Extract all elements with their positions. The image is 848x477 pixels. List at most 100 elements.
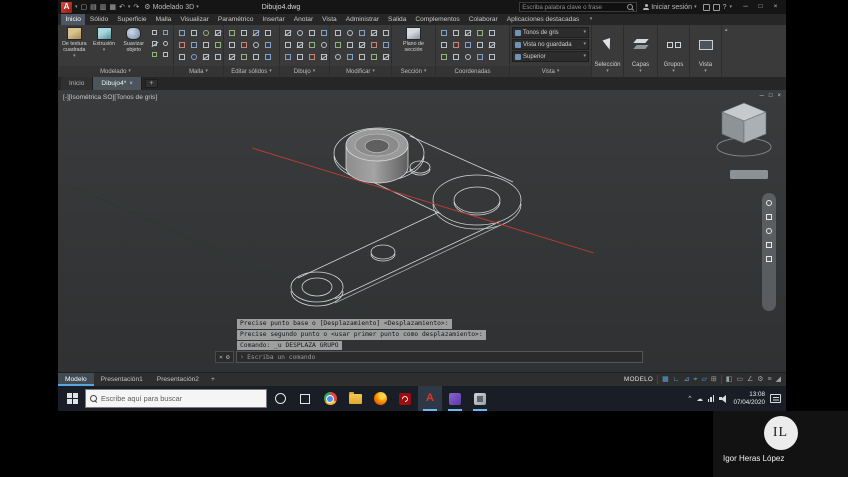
move-tool-icon[interactable] bbox=[332, 27, 344, 39]
infocenter-search-input[interactable] bbox=[522, 4, 625, 11]
ribbon-tab-complementos[interactable]: Complementos bbox=[411, 14, 464, 25]
ucs-tool-icon[interactable] bbox=[450, 39, 462, 51]
ribbon-tab-visualizar[interactable]: Visualizar bbox=[176, 14, 213, 25]
viewcube[interactable] bbox=[717, 103, 771, 179]
tray-chevron-icon[interactable]: ^ bbox=[688, 395, 691, 402]
drawing-close-icon[interactable]: × bbox=[777, 93, 781, 99]
panel-grupos[interactable]: Grupos ▾ bbox=[658, 25, 690, 77]
ribbon-tab-parametrico[interactable]: Paramétrico bbox=[213, 14, 258, 25]
ucs-tool-icon[interactable] bbox=[474, 39, 486, 51]
tool-icon[interactable] bbox=[368, 51, 380, 63]
app-store-icon[interactable] bbox=[703, 4, 710, 11]
panel-label-coordenadas[interactable]: Coordenadas bbox=[436, 66, 509, 77]
panel-label-dibujo[interactable]: Dibujo▾ bbox=[280, 66, 329, 77]
tool-icon[interactable] bbox=[262, 51, 274, 63]
tool-icon[interactable] bbox=[188, 27, 200, 39]
purple-app-taskbar-button[interactable] bbox=[443, 386, 467, 411]
tool-icon[interactable] bbox=[238, 51, 250, 63]
snap-icon[interactable]: ⊞ bbox=[711, 376, 717, 383]
ucs-tool-icon[interactable] bbox=[438, 27, 450, 39]
start-button[interactable] bbox=[60, 386, 84, 411]
search-icon[interactable] bbox=[627, 4, 634, 11]
action-center-icon[interactable] bbox=[770, 394, 781, 403]
tool-icon[interactable] bbox=[176, 39, 188, 51]
autocad-logo-icon[interactable]: A bbox=[61, 2, 72, 13]
restore-button[interactable]: □ bbox=[753, 0, 768, 14]
ribbon-tab-vista[interactable]: Vista bbox=[318, 14, 342, 25]
task-view-button[interactable] bbox=[293, 386, 317, 411]
firefox-taskbar-button[interactable] bbox=[368, 386, 392, 411]
panel-label-modificar[interactable]: Modificar▾ bbox=[330, 66, 391, 77]
rotate-tool-icon[interactable] bbox=[344, 27, 356, 39]
tool-icon[interactable] bbox=[262, 27, 274, 39]
pan-icon[interactable] bbox=[766, 214, 772, 220]
gray-app-taskbar-button[interactable] bbox=[468, 386, 492, 411]
tool-de-textura-cuadrada[interactable]: De textura cuadrada ▾ bbox=[60, 27, 89, 59]
tool-icon[interactable] bbox=[238, 27, 250, 39]
onedrive-cloud-icon[interactable]: ☁ bbox=[696, 395, 703, 403]
tool-icon[interactable] bbox=[262, 39, 274, 51]
steering-wheel-icon[interactable] bbox=[766, 200, 772, 206]
help-icon[interactable]: ? bbox=[723, 4, 727, 11]
view-select[interactable]: Vista no guardada ▾ bbox=[512, 39, 589, 50]
tool-icon[interactable] bbox=[344, 51, 356, 63]
ribbon-tab-anotar[interactable]: Anotar bbox=[289, 14, 317, 25]
ribbon-tab-inicio[interactable]: Inicio bbox=[61, 14, 85, 25]
app-menu-caret-icon[interactable]: ▾ bbox=[75, 5, 78, 10]
ortho-icon[interactable]: ∟ bbox=[673, 376, 680, 383]
undo-icon[interactable]: ↶ bbox=[119, 4, 125, 11]
zoom-icon[interactable] bbox=[766, 228, 772, 234]
tool-icon[interactable] bbox=[356, 51, 368, 63]
polar-tracking-icon[interactable]: ⊿ bbox=[684, 376, 690, 383]
open-icon[interactable]: ▤ bbox=[90, 4, 97, 11]
tool-icon[interactable] bbox=[200, 27, 212, 39]
annotation-icon[interactable]: ◧ bbox=[726, 376, 733, 383]
tool-icon[interactable] bbox=[282, 51, 294, 63]
redo-icon[interactable]: ↷ bbox=[133, 4, 139, 11]
tool-icon[interactable] bbox=[294, 39, 306, 51]
tool-icon[interactable] bbox=[318, 39, 330, 51]
chrome-taskbar-button[interactable] bbox=[318, 386, 342, 411]
tool-icon[interactable] bbox=[160, 27, 171, 38]
layout-tab-modelo[interactable]: Modelo bbox=[58, 373, 94, 386]
new-layout-button[interactable]: + bbox=[206, 373, 220, 386]
workspace-selector[interactable]: ⚙ Modelado 3D ▾ bbox=[142, 4, 200, 11]
tool-icon[interactable] bbox=[238, 39, 250, 51]
ucs-tool-icon[interactable] bbox=[486, 27, 498, 39]
ribbon-minimize-icon[interactable]: ▴ bbox=[725, 28, 728, 33]
tool-icon[interactable] bbox=[250, 39, 262, 51]
cortana-button[interactable] bbox=[268, 386, 292, 411]
ucs-tool-icon[interactable] bbox=[462, 39, 474, 51]
stay-connected-icon[interactable] bbox=[713, 4, 720, 11]
ribbon-tab-insertar[interactable]: Insertar bbox=[258, 14, 289, 25]
tool-icon[interactable] bbox=[149, 38, 160, 49]
grid-icon[interactable]: ▦ bbox=[662, 376, 669, 383]
command-input[interactable] bbox=[247, 354, 639, 361]
panel-vista-paletas[interactable]: Vista ▾ bbox=[690, 25, 722, 77]
autocad-taskbar-button[interactable]: A bbox=[418, 386, 442, 411]
tool-icon[interactable] bbox=[332, 51, 344, 63]
ribbon-tab-salida[interactable]: Salida bbox=[384, 14, 411, 25]
customization-icon[interactable]: ≡ bbox=[768, 376, 772, 383]
ucs-tool-icon[interactable] bbox=[438, 39, 450, 51]
tool-icon[interactable] bbox=[380, 27, 392, 39]
command-input-bar[interactable]: › bbox=[236, 351, 643, 363]
tool-extrusion[interactable]: Extrusión ▾ bbox=[90, 27, 119, 53]
panel-label-editar-solidos[interactable]: Editar sólidos▾ bbox=[224, 66, 279, 77]
ribbon-collapse-button[interactable]: ▾ bbox=[590, 14, 593, 25]
close-tab-icon[interactable]: × bbox=[129, 81, 133, 87]
tool-icon[interactable] bbox=[344, 39, 356, 51]
isodraft-icon[interactable]: ▱ bbox=[701, 376, 706, 383]
model-space-button[interactable]: MODELO bbox=[624, 376, 653, 383]
quick-properties-icon[interactable]: ▭ bbox=[736, 376, 743, 383]
ucs-tool-icon[interactable] bbox=[474, 51, 486, 63]
tool-icon[interactable] bbox=[318, 27, 330, 39]
tool-icon[interactable] bbox=[160, 38, 171, 49]
file-tab-dibujo4[interactable]: Dibujo4* × bbox=[93, 77, 141, 90]
tool-suavizar-objeto[interactable]: Suavizar objeto bbox=[119, 27, 148, 53]
layout-tab-presentacion1[interactable]: Presentación1 bbox=[94, 373, 150, 386]
tool-plano-de-seccion[interactable]: Plano de sección bbox=[395, 27, 433, 53]
panel-label-modelado[interactable]: Modelado▾ bbox=[58, 66, 173, 77]
layout-tab-presentacion2[interactable]: Presentación2 bbox=[150, 373, 206, 386]
orbit-icon[interactable] bbox=[766, 242, 772, 248]
